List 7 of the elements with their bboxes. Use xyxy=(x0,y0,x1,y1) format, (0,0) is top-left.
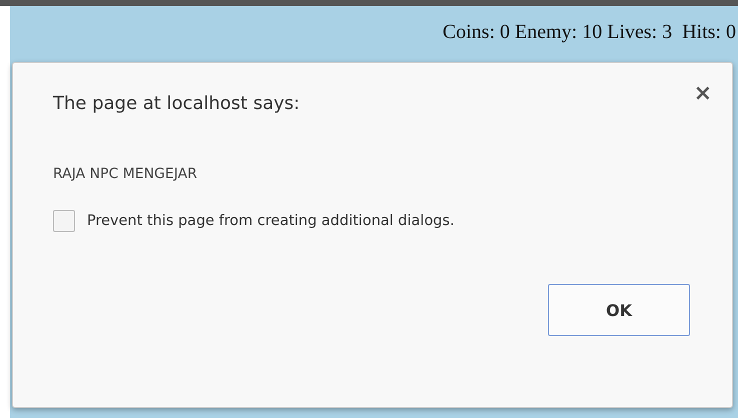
ok-button[interactable]: OK xyxy=(548,284,690,336)
game-stats: Coins: 0 Enemy: 10 Lives: 3 Hits: 0 xyxy=(442,20,736,44)
close-button[interactable]: × xyxy=(690,81,716,106)
checkbox-label: Prevent this page from creating additional dialogs. xyxy=(87,213,454,229)
dialog-title: The page at localhost says: xyxy=(53,93,300,114)
checkbox[interactable] xyxy=(53,210,75,232)
dialog-message: RAJA NPC MENGEJAR xyxy=(53,166,198,182)
